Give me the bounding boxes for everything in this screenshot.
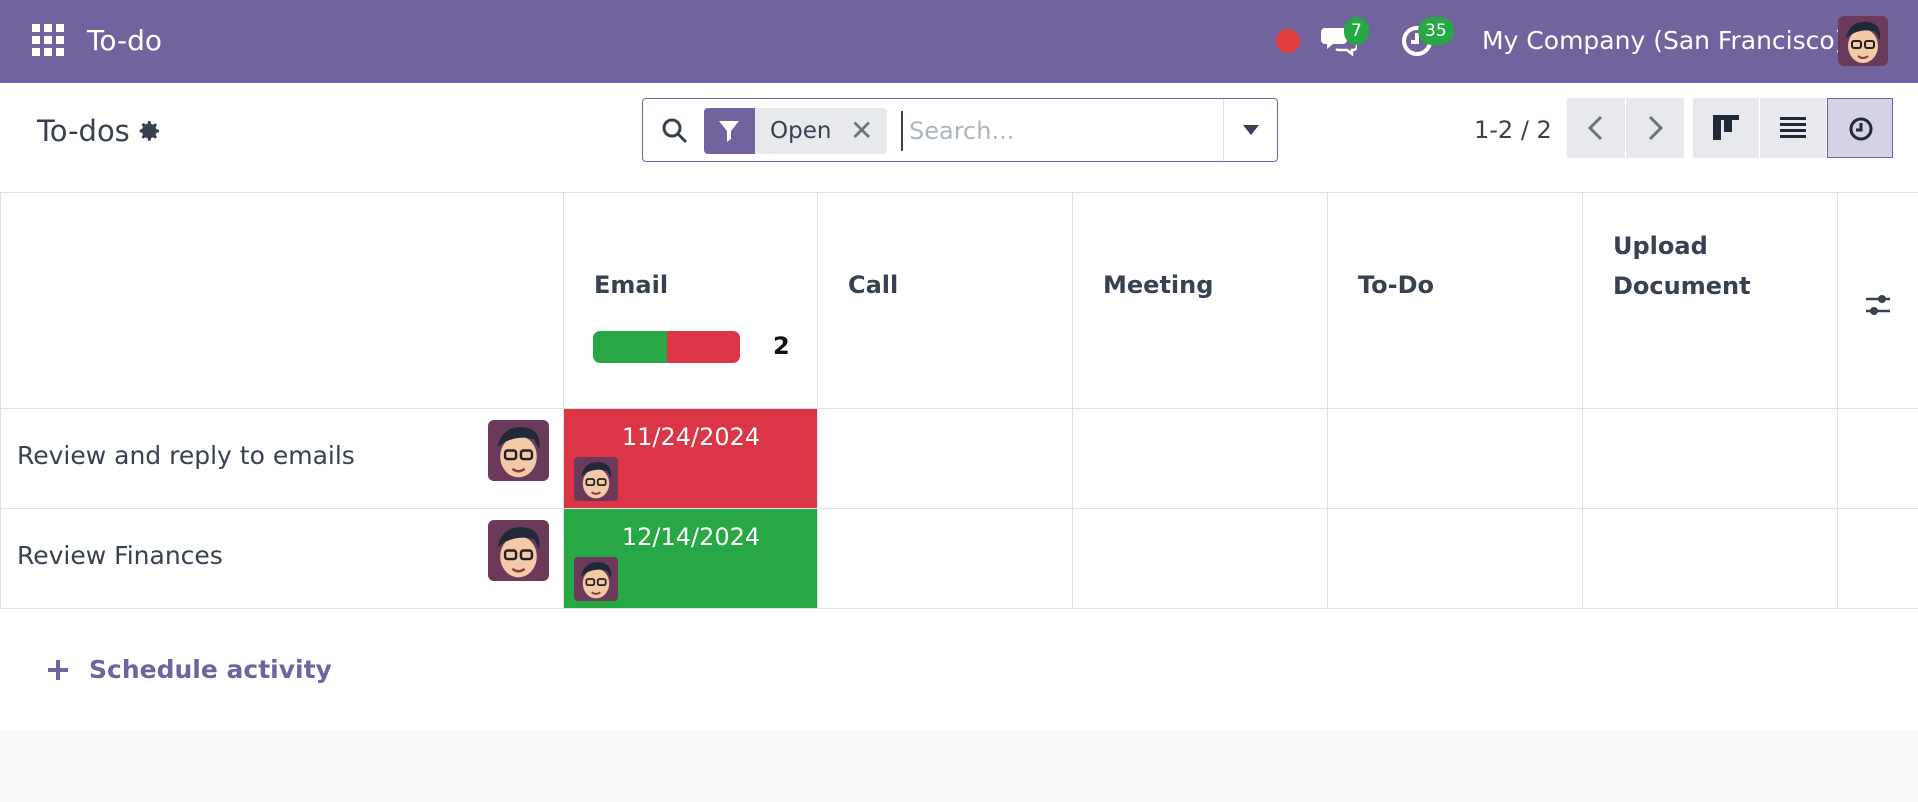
activity-cell-email[interactable]: 11/24/2024 xyxy=(564,409,818,509)
avatar[interactable] xyxy=(488,520,549,581)
facet-label: Open xyxy=(770,118,832,144)
schedule-activity-label: Schedule activity xyxy=(89,655,332,684)
top-navbar: To-do 7 35 My Company (San Francisco) xyxy=(0,0,1918,83)
pager-value[interactable]: 1-2 / 2 xyxy=(1474,116,1552,144)
activity-cell-meeting[interactable] xyxy=(1073,509,1328,609)
close-icon[interactable]: ✕ xyxy=(850,114,873,147)
column-label[interactable]: Call xyxy=(848,265,898,305)
activities-badge: 35 xyxy=(1418,17,1454,45)
clock-icon xyxy=(1849,117,1873,141)
activity-cell-todo[interactable] xyxy=(1328,409,1583,509)
list-icon xyxy=(1780,117,1806,138)
column-header-call: Call xyxy=(818,193,1073,409)
activity-view-button[interactable] xyxy=(1827,98,1893,158)
breadcrumb: To-dos xyxy=(37,114,162,148)
activity-cell-empty xyxy=(1838,509,1918,609)
column-label[interactable]: Email xyxy=(594,265,668,305)
search-icon[interactable] xyxy=(661,117,689,145)
column-header-upload-document: Upload Document xyxy=(1583,193,1838,409)
chevron-left-icon xyxy=(1587,115,1603,141)
app-title[interactable]: To-do xyxy=(87,24,162,57)
activity-cell-meeting[interactable] xyxy=(1073,409,1328,509)
column-label[interactable]: Upload Document xyxy=(1613,226,1763,306)
table-row[interactable]: Review Finances xyxy=(0,509,564,609)
activity-cell-call[interactable] xyxy=(818,509,1073,609)
avatar-face-icon xyxy=(488,420,549,481)
user-avatar[interactable] xyxy=(1838,16,1888,66)
row-label[interactable]: Review and reply to emails xyxy=(17,441,355,470)
activity-date: 11/24/2024 xyxy=(621,423,761,451)
avatar[interactable] xyxy=(488,420,549,481)
chevron-right-icon xyxy=(1648,115,1664,141)
avatar-face-icon xyxy=(574,557,618,601)
activity-cell-upload-document[interactable] xyxy=(1583,409,1838,509)
column-header-email: Email xyxy=(564,193,818,409)
status-dot-icon[interactable] xyxy=(1276,29,1300,53)
list-view-button[interactable] xyxy=(1760,98,1826,158)
schedule-activity-button[interactable]: Schedule activity xyxy=(47,655,332,684)
column-header-todo: To-Do xyxy=(1328,193,1583,409)
activity-cell-email[interactable]: 12/14/2024 xyxy=(564,509,818,609)
plus-icon xyxy=(48,659,68,680)
app-grid-icon[interactable] xyxy=(32,24,64,56)
kanban-view-button[interactable] xyxy=(1693,98,1759,158)
activity-cell-upload-document[interactable] xyxy=(1583,509,1838,609)
activity-cell-todo[interactable] xyxy=(1328,509,1583,609)
activity-grid: Email Call Meeting To-Do Upload Document… xyxy=(0,193,1918,609)
avatar xyxy=(574,557,618,601)
search-input[interactable] xyxy=(901,111,1211,151)
control-panel: To-dos Open ✕ 1-2 / 2 xyxy=(0,83,1918,193)
email-count: 2 xyxy=(773,332,790,360)
progress-overdue-segment[interactable] xyxy=(666,331,740,363)
activity-cell-call[interactable] xyxy=(818,409,1073,509)
pager-next-button[interactable] xyxy=(1626,98,1684,158)
messages-badge: 7 xyxy=(1344,17,1369,45)
kanban-icon xyxy=(1713,115,1739,140)
email-progress-bar[interactable] xyxy=(593,331,740,363)
pager-previous-button[interactable] xyxy=(1567,98,1625,158)
search-facet[interactable]: Open ✕ xyxy=(704,108,887,154)
avatar xyxy=(574,457,618,501)
page-title[interactable]: To-dos xyxy=(37,114,130,148)
header-corner-cell xyxy=(0,193,564,409)
gear-icon[interactable] xyxy=(138,119,162,143)
column-label[interactable]: Meeting xyxy=(1103,265,1213,305)
column-label[interactable]: To-Do xyxy=(1358,265,1434,305)
search-options-toggle[interactable] xyxy=(1223,99,1278,161)
filter-funnel-icon xyxy=(719,121,739,142)
sliders-icon[interactable] xyxy=(1862,289,1894,321)
column-header-meeting: Meeting xyxy=(1073,193,1328,409)
activity-cell-empty xyxy=(1838,409,1918,509)
avatar-face-icon xyxy=(574,457,618,501)
avatar-face-icon xyxy=(488,520,549,581)
avatar-face-icon xyxy=(1838,16,1888,66)
activity-date: 12/14/2024 xyxy=(621,523,761,551)
caret-down-icon xyxy=(1243,125,1259,135)
search-bar[interactable]: Open ✕ xyxy=(642,98,1278,162)
table-row[interactable]: Review and reply to emails xyxy=(0,409,564,509)
facet-filter-box xyxy=(704,108,755,154)
row-label[interactable]: Review Finances xyxy=(17,541,223,570)
progress-done-segment[interactable] xyxy=(593,331,667,363)
company-switcher[interactable]: My Company (San Francisco) xyxy=(1482,26,1844,55)
